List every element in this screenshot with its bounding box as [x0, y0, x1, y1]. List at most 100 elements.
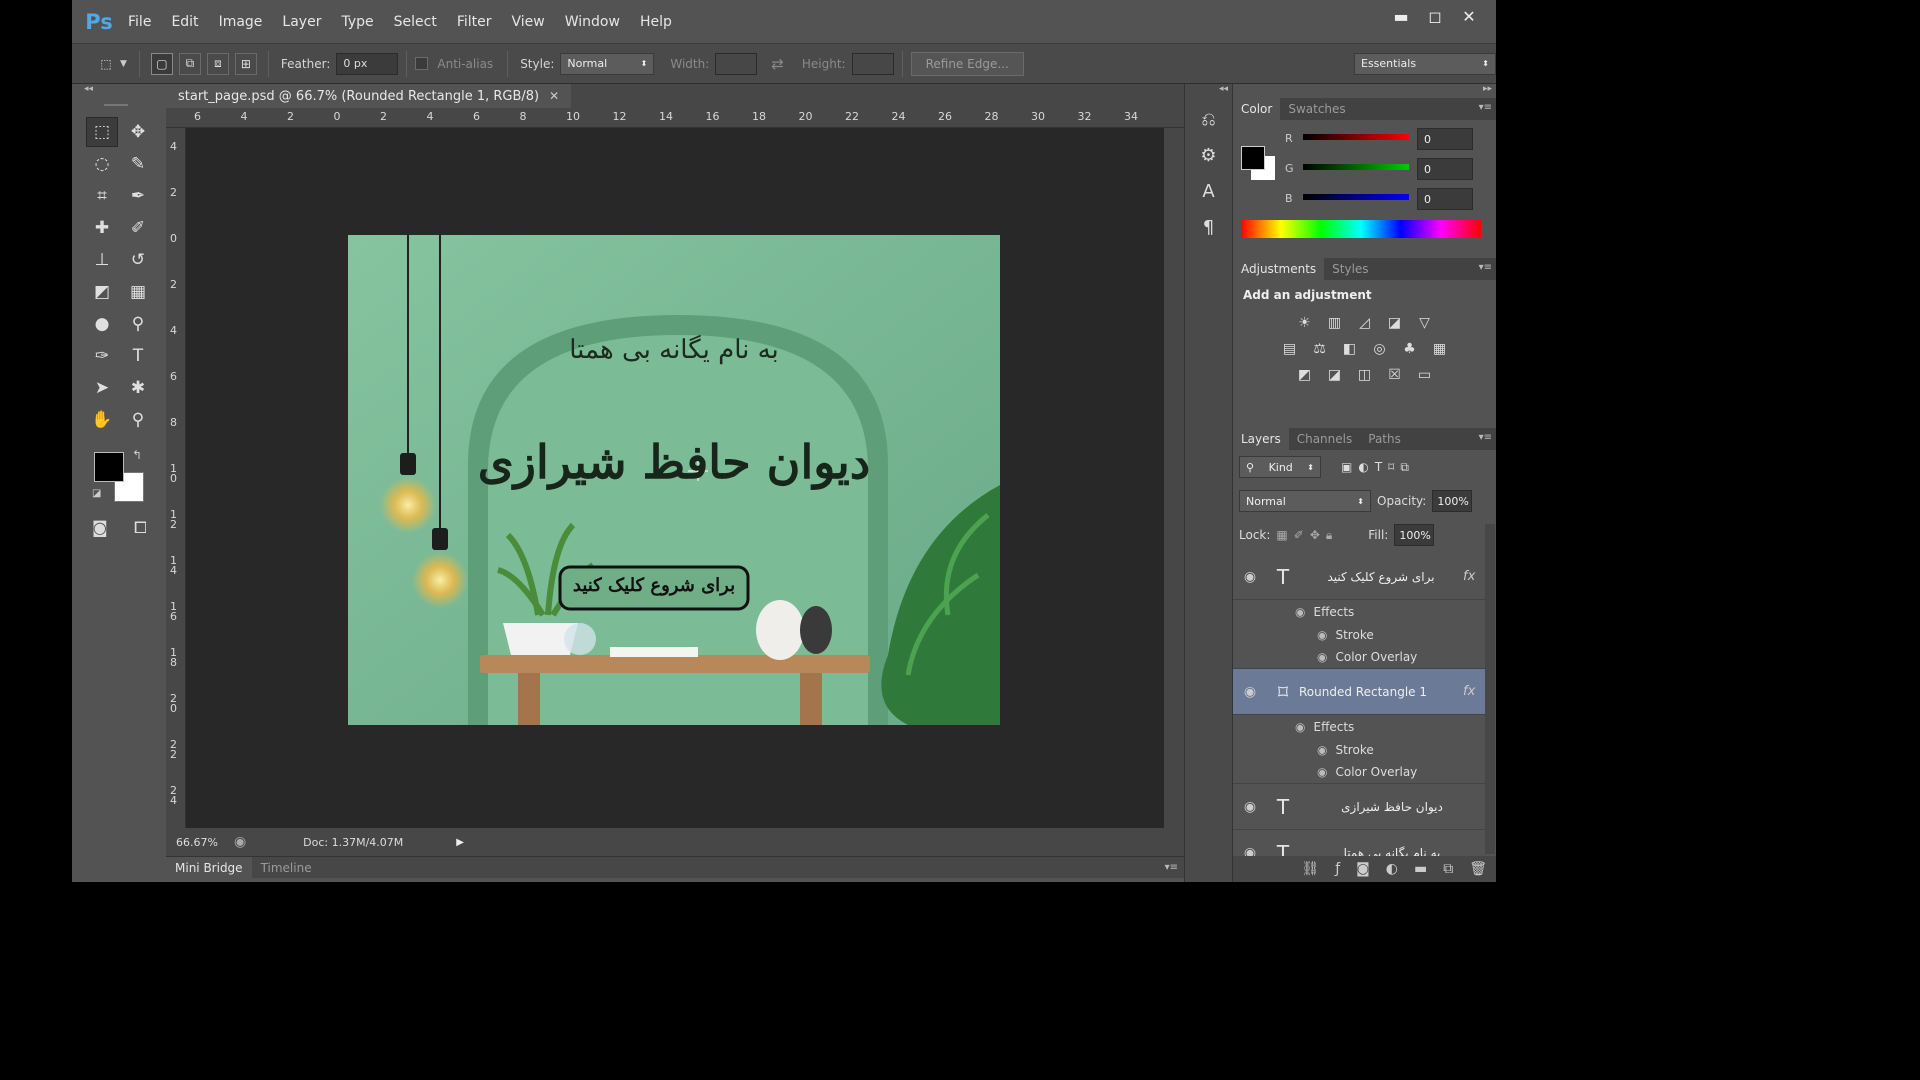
photo-filter-icon[interactable]: ◎	[1371, 340, 1389, 358]
opacity-input[interactable]: 100%	[1432, 490, 1473, 512]
gradient-map-icon[interactable]: ▭	[1416, 366, 1434, 384]
tab-color[interactable]: Color	[1233, 98, 1281, 120]
height-input[interactable]	[851, 52, 894, 75]
blur-tool-icon[interactable]: ●	[86, 309, 118, 339]
properties-panel-icon[interactable]: ⚙	[1191, 140, 1227, 170]
status-info-icon[interactable]: ◉	[234, 834, 246, 850]
close-button[interactable]: ✕	[1452, 4, 1486, 28]
visibility-eye-icon[interactable]: ◉	[1233, 799, 1267, 815]
menu-type[interactable]: Type	[331, 0, 383, 44]
menu-layer[interactable]: Layer	[272, 0, 331, 44]
layer-filter-kind-select[interactable]: ⚲ Kind ⬍	[1239, 456, 1321, 478]
posterize-icon[interactable]: ◪	[1326, 366, 1344, 384]
visibility-eye-icon[interactable]: ◉	[1233, 684, 1267, 700]
panels-collapse-icon[interactable]: ▸▸	[1233, 84, 1496, 98]
tab-timeline[interactable]: Timeline	[252, 861, 321, 875]
filter-pixel-icon[interactable]: ▣	[1341, 460, 1352, 474]
layer-name[interactable]: برای شروع کلیک کنید	[1299, 570, 1463, 584]
pen-tool-icon[interactable]: ✑	[86, 341, 118, 371]
color-panel-foreground-swatch[interactable]	[1241, 146, 1265, 170]
brush-tool-icon[interactable]: ✐	[122, 213, 154, 243]
hue-saturation-icon[interactable]: ▤	[1281, 340, 1299, 358]
document-vertical-scrollbar[interactable]	[1164, 128, 1184, 828]
menu-window[interactable]: Window	[555, 0, 630, 44]
effect-stroke-row[interactable]: ◉ Stroke	[1233, 738, 1485, 761]
gradient-tool-icon[interactable]: ▦	[122, 277, 154, 307]
swap-icon[interactable]: ⇄	[771, 55, 784, 73]
width-input[interactable]	[715, 52, 758, 75]
zoom-level[interactable]: 66.67%	[176, 836, 226, 849]
panel-menu-icon[interactable]: ▾≡	[1479, 262, 1492, 273]
new-selection-icon[interactable]: ▢	[150, 52, 173, 75]
selective-color-icon[interactable]: ☒	[1386, 366, 1404, 384]
feather-input[interactable]: 0 px	[336, 52, 399, 75]
add-mask-icon[interactable]: ◙	[1356, 861, 1370, 877]
tab-styles[interactable]: Styles	[1324, 258, 1376, 280]
effects-row[interactable]: ◉ Effects	[1233, 715, 1485, 738]
collapse-icon[interactable]: ◂◂	[78, 84, 162, 98]
panel-menu-icon[interactable]: ▾≡	[1479, 432, 1492, 443]
menu-edit[interactable]: Edit	[161, 0, 208, 44]
effects-row[interactable]: ◉ Effects	[1233, 600, 1485, 623]
filter-adjustment-icon[interactable]: ◐	[1358, 460, 1368, 474]
quick-mask-icon[interactable]: ◙	[92, 518, 108, 537]
visibility-eye-icon[interactable]: ◉	[1233, 569, 1267, 585]
lasso-tool-icon[interactable]: ◌	[86, 149, 118, 179]
horizontal-ruler[interactable]: 6 4 2 0 2 4 6 8 10 12 14 16 18 20 22 24 26 28 30 32 34	[166, 108, 1184, 128]
eraser-tool-icon[interactable]: ◩	[86, 277, 118, 307]
tab-mini-bridge[interactable]: Mini Bridge	[166, 856, 252, 879]
red-slider[interactable]	[1303, 134, 1409, 140]
vertical-ruler[interactable]: 4 2 0 2 4 6 8 10 12 14 16 18 20 22 24	[166, 128, 186, 828]
black-white-icon[interactable]: ◧	[1341, 340, 1359, 358]
style-select[interactable]: Normal ⬍	[560, 52, 655, 75]
filter-smart-object-icon[interactable]: ⧉	[1400, 460, 1409, 475]
crop-tool-icon[interactable]: ⌗	[86, 181, 118, 211]
invert-icon[interactable]: ◩	[1296, 366, 1314, 384]
panel-menu-icon[interactable]: ▾≡	[1165, 862, 1178, 873]
pasteboard[interactable]: به نام یگانه بی همتا دیوان حافظ شیرازی ب…	[186, 128, 1164, 828]
fill-input[interactable]: 100%	[1394, 524, 1435, 546]
fx-icon[interactable]: fx	[1463, 569, 1485, 584]
vibrance-icon[interactable]: ▽	[1416, 314, 1434, 332]
layer-row[interactable]: ◉ T برای شروع کلیک کنید fx	[1233, 554, 1485, 600]
layer-row-selected[interactable]: ◉ ⌑ Rounded Rectangle 1 fx	[1233, 669, 1485, 715]
custom-shape-tool-icon[interactable]: ✱	[122, 373, 154, 403]
link-layers-icon[interactable]: ⛓	[1301, 861, 1319, 877]
filter-shape-icon[interactable]: ⌑	[1388, 460, 1394, 474]
tab-adjustments[interactable]: Adjustments	[1233, 258, 1325, 280]
anti-alias-checkbox[interactable]	[415, 57, 429, 70]
zoom-tool-icon[interactable]: ⚲	[122, 405, 154, 435]
color-balance-icon[interactable]: ⚖	[1311, 340, 1329, 358]
levels-icon[interactable]: ▥	[1326, 314, 1344, 332]
type-tool-icon[interactable]: T	[122, 341, 154, 371]
visibility-eye-icon[interactable]: ◉	[1295, 605, 1305, 619]
visibility-eye-icon[interactable]: ◉	[1317, 628, 1327, 642]
preset-chevron-icon[interactable]: ▼	[120, 59, 127, 69]
history-panel-icon[interactable]: ⎌	[1191, 104, 1227, 134]
blue-value-input[interactable]: 0	[1417, 188, 1473, 210]
toolbox-grip[interactable]	[104, 104, 128, 106]
healing-brush-tool-icon[interactable]: ✚	[86, 213, 118, 243]
document-canvas[interactable]: به نام یگانه بی همتا دیوان حافظ شیرازی ب…	[348, 235, 1000, 725]
threshold-icon[interactable]: ◫	[1356, 366, 1374, 384]
blue-slider[interactable]	[1303, 194, 1409, 200]
green-value-input[interactable]: 0	[1417, 158, 1473, 180]
menu-file[interactable]: File	[118, 0, 161, 44]
new-layer-icon[interactable]: ⧉	[1443, 861, 1453, 877]
add-selection-icon[interactable]: ⧉	[178, 52, 201, 75]
menu-view[interactable]: View	[502, 0, 555, 44]
rect-marquee-tool-icon[interactable]: ⬚	[86, 117, 118, 147]
color-spectrum-ramp[interactable]	[1241, 220, 1481, 238]
lock-image-icon[interactable]: ✐	[1294, 528, 1304, 542]
menu-help[interactable]: Help	[630, 0, 682, 44]
effect-color-overlay-row[interactable]: ◉ Color Overlay	[1233, 761, 1485, 784]
filter-type-icon[interactable]: T	[1375, 460, 1382, 474]
clone-stamp-tool-icon[interactable]: ⊥	[86, 245, 118, 275]
visibility-eye-icon[interactable]: ◉	[1317, 765, 1327, 779]
dodge-tool-icon[interactable]: ⚲	[122, 309, 154, 339]
paragraph-panel-icon[interactable]: ¶	[1191, 212, 1227, 242]
layer-name[interactable]: دیوان حافظ شیرازی	[1299, 800, 1485, 814]
minimize-button[interactable]: ▬	[1384, 4, 1418, 28]
tab-layers[interactable]: Layers	[1233, 428, 1289, 450]
visibility-eye-icon[interactable]: ◉	[1317, 743, 1327, 757]
